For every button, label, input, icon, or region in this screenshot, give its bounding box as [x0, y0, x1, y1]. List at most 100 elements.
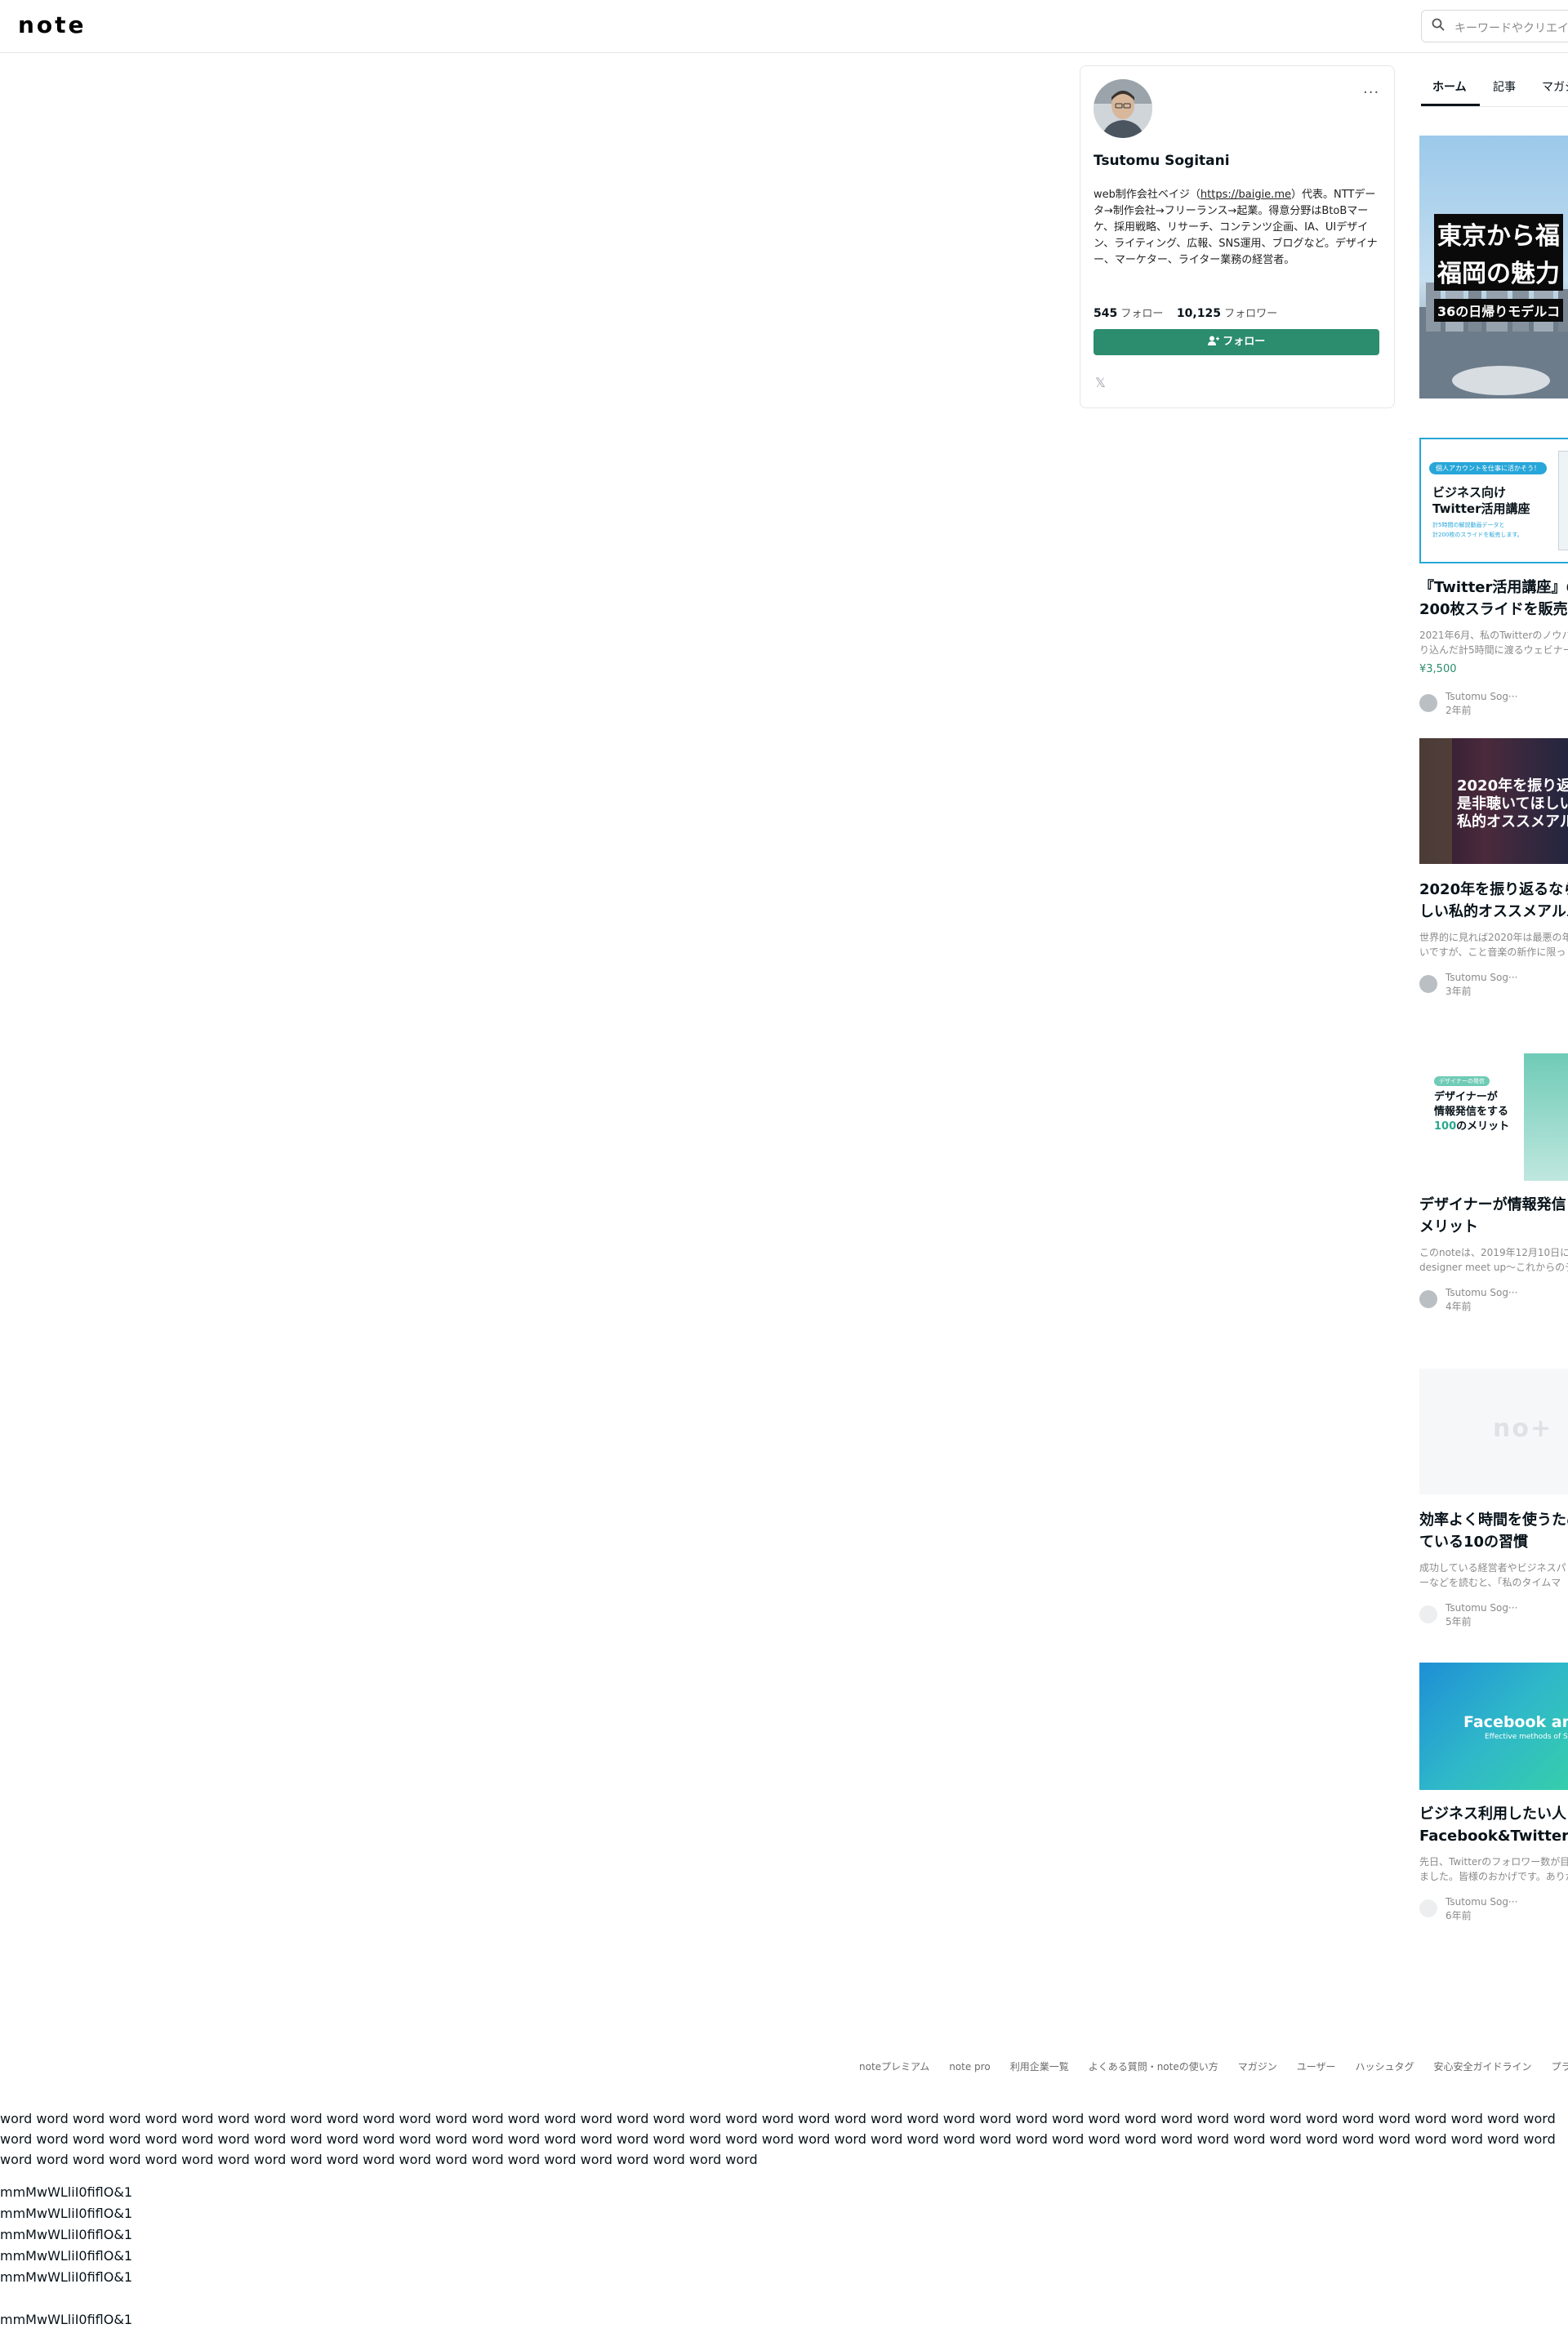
add-user-icon [1207, 336, 1223, 348]
word-test-paragraph: word word word word word word word word … [0, 2111, 1556, 2167]
article-title[interactable]: 『Twitter活用講座』の [1419, 577, 1568, 599]
footer-link[interactable]: マガジン [1238, 2059, 1277, 2073]
article-thumbnail[interactable]: デザイナーの発信 デザイナーが 情報発信をする 100のメリット [1419, 1053, 1568, 1181]
footer-link[interactable]: ユーザー [1297, 2059, 1336, 2073]
author-name: Tsutomu Sog··· [1446, 1287, 1518, 1298]
article-title[interactable]: メリット [1419, 1216, 1568, 1238]
article-title[interactable]: デザイナーが情報発信 [1419, 1194, 1568, 1216]
thumb-sub-2: 計200枚のスライドを販売します。 [1432, 532, 1523, 538]
article-time: 5年前 [1446, 1616, 1472, 1627]
footer-link[interactable]: 安心安全ガイドライン [1434, 2059, 1532, 2073]
profile-name[interactable]: Tsutomu Sogitani [1094, 153, 1230, 169]
article-author[interactable]: Tsutomu Sog··· 2年前 [1419, 691, 1568, 716]
thumb-illustration [1524, 1053, 1568, 1181]
thumb-title-2: Twitter活用講座 [1432, 501, 1530, 516]
following-label[interactable]: フォロー [1120, 308, 1163, 320]
glyph-line: mmMwWLliI0fiflO&1 [0, 2184, 132, 2200]
thumb-line-2: Effective methods of SNS m [1485, 1733, 1568, 1741]
thumb-line-1: Facebook and [1463, 1713, 1568, 1731]
banner-line-1: 東京から福 [1434, 214, 1563, 253]
author-avatar [1419, 1290, 1437, 1308]
glyph-line: mmMwWLliI0fiflO&1 [0, 2312, 132, 2327]
bio-prefix: web制作会社ベイジ（ [1094, 189, 1200, 201]
article-thumbnail[interactable]: 2020年を振り返る 是非聴いてほしい 私的オススメアル [1419, 738, 1568, 864]
site-header: note キーワードやクリエイ [0, 0, 1568, 53]
profile-tabs: ホーム 記事 マガジ [1421, 73, 1568, 107]
bio-link[interactable]: https://baigie.me [1200, 189, 1291, 201]
article-excerpt: 世界的に見れば2020年は最悪の年 [1419, 932, 1568, 943]
author-avatar [1419, 694, 1437, 712]
article-time: 6年前 [1446, 1910, 1472, 1921]
more-options-icon[interactable]: ··· [1363, 84, 1379, 101]
article-excerpt: 先日、Twitterのフォロワー数が目 [1419, 1856, 1568, 1868]
author-avatar [1419, 1899, 1437, 1917]
thumb-line-1: デザイナーが [1434, 1091, 1498, 1103]
banner-line-2: 福岡の魅力 [1434, 252, 1563, 291]
active-tab-indicator [1421, 104, 1480, 106]
x-twitter-icon[interactable]: 𝕏 [1095, 375, 1106, 390]
profile-avatar[interactable] [1094, 79, 1152, 138]
thumb-sub-1: 計5時間の解説動画データと [1432, 522, 1505, 528]
article-thumbnail[interactable]: 個人アカウントを仕事に活かそう！ ビジネス向け Twitter活用講座 計5時間… [1419, 438, 1568, 563]
article-time: 3年前 [1446, 986, 1472, 997]
avatar-image [1094, 79, 1152, 138]
article-excerpt: り込んだ計5時間に渡るウェビナー [1419, 644, 1568, 656]
thumb-badge: デザイナーの発信 [1434, 1076, 1490, 1086]
article-title[interactable]: 200枚スライドを販売し [1419, 599, 1568, 621]
footer-link[interactable]: noteプレミアム [859, 2059, 929, 2073]
author-name: Tsutomu Sog··· [1446, 691, 1518, 702]
article-excerpt: いですが、こと音楽の新作に限っ [1419, 946, 1566, 958]
footer-link[interactable]: ハッシュタグ [1356, 2059, 1414, 2073]
note-logo[interactable]: note [18, 11, 87, 38]
thumb-number: 100 [1434, 1120, 1457, 1133]
profile-bio: web制作会社ベイジ（https://baigie.me）代表。NTTデータ→制… [1094, 187, 1381, 269]
article-excerpt: 成功している経営者やビジネスパ [1419, 1562, 1566, 1574]
footer-link[interactable]: よくある質問・noteの使い方 [1089, 2059, 1218, 2073]
search-icon [1432, 18, 1445, 31]
thumb-line-3: 私的オススメアル [1457, 813, 1568, 830]
footer-link[interactable]: プライ [1552, 2059, 1568, 2073]
follow-stats: 545 フォロー 10,125 フォロワー [1094, 305, 1277, 320]
article-excerpt: 2021年6月、私のTwitterのノウハ [1419, 630, 1568, 641]
article-excerpt: このnoteは、2019年12月10日に行 [1419, 1247, 1568, 1258]
search-placeholder: キーワードやクリエイ [1454, 22, 1568, 35]
article-thumbnail[interactable]: 東京から福 福岡の魅力 36の日帰りモデルコ [1419, 136, 1568, 398]
album-art [1419, 738, 1452, 864]
tab-home[interactable]: ホーム [1432, 78, 1467, 95]
follow-button-label: フォロー [1223, 336, 1266, 348]
article-excerpt: ーなどを読むと、「私のタイムマ [1419, 1577, 1561, 1588]
article-title[interactable]: 効率よく時間を使うため [1419, 1509, 1568, 1531]
footer-nav: noteプレミアム note pro 利用企業一覧 よくある質問・noteの使い方 マガ… [859, 2058, 1568, 2074]
note-placeholder-logo: no+ [1493, 1414, 1553, 1443]
footer-link[interactable]: note pro [949, 2061, 990, 2073]
glyph-test-lines: mmMwWLliI0fiflO&1 mmMwWLliI0fiflO&1 mmMw… [0, 2182, 132, 2331]
follow-button[interactable]: フォロー [1094, 329, 1379, 355]
thumb-line-2: 情報発信をする [1434, 1106, 1509, 1118]
footer-link[interactable]: 利用企業一覧 [1010, 2059, 1069, 2073]
tab-articles[interactable]: 記事 [1493, 78, 1516, 95]
article-title[interactable]: 2020年を振り返るなら [1419, 879, 1568, 901]
article-excerpt: ました。皆様のおかげです。ありが [1419, 1871, 1568, 1882]
article-author[interactable]: Tsutomu Sog··· 3年前 [1419, 972, 1568, 997]
thumb-mockup [1558, 451, 1568, 550]
author-avatar [1419, 1605, 1437, 1623]
thumb-line-3: のメリット [1456, 1120, 1510, 1133]
article-author[interactable]: Tsutomu Sog··· 6年前 [1419, 1896, 1568, 1921]
article-thumbnail[interactable]: Facebook and Effective methods of SNS m [1419, 1663, 1568, 1790]
following-count[interactable]: 545 [1094, 307, 1117, 320]
article-author[interactable]: Tsutomu Sog··· 5年前 [1419, 1602, 1568, 1627]
article-thumbnail[interactable]: no+ [1419, 1369, 1568, 1494]
glyph-line: mmMwWLliI0fiflO&1 [0, 2248, 132, 2264]
article-title[interactable]: Facebook&Twitter活 [1419, 1825, 1568, 1847]
followers-label[interactable]: フォロワー [1224, 308, 1277, 320]
article-price: ¥3,500 [1419, 663, 1457, 675]
article-title[interactable]: ビジネス利用したい人 [1419, 1803, 1568, 1825]
search-input[interactable]: キーワードやクリエイ [1421, 10, 1568, 42]
banner-line-3: 36の日帰りモデルコ [1434, 299, 1563, 322]
followers-count[interactable]: 10,125 [1177, 307, 1221, 320]
article-title[interactable]: ている10の習慣 [1419, 1531, 1568, 1553]
article-title[interactable]: しい私的オススメアルバ [1419, 901, 1568, 923]
tab-magazines[interactable]: マガジ [1542, 78, 1568, 95]
author-name: Tsutomu Sog··· [1446, 1896, 1518, 1908]
article-author[interactable]: Tsutomu Sog··· 4年前 [1419, 1287, 1568, 1312]
